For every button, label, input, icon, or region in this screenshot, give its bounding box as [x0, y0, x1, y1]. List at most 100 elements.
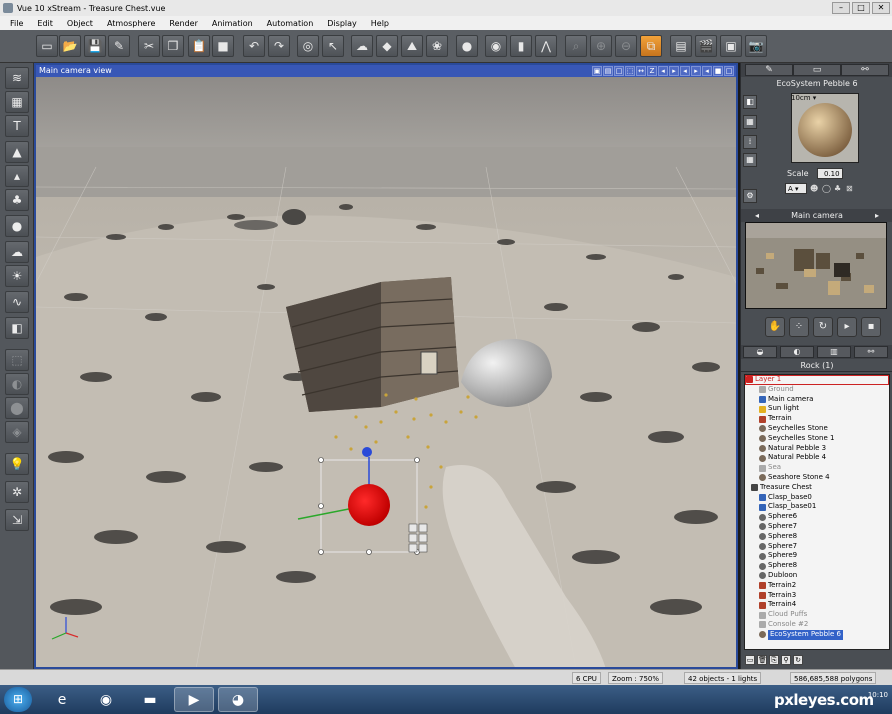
terrain-brush-icon[interactable]: ⛰	[401, 35, 423, 57]
tree-icon[interactable]: ♣	[834, 184, 843, 193]
material-option-icon[interactable]: ◧	[743, 95, 757, 109]
camera-icon[interactable]: 📷	[745, 35, 767, 57]
select-icon[interactable]: ◎	[297, 35, 319, 57]
viewport-control-icon[interactable]: ▸	[669, 66, 679, 76]
object-icon[interactable]: ■	[212, 35, 234, 57]
camera-prev-arrow[interactable]: ◂	[755, 209, 759, 222]
viewport-control-icon[interactable]: ↔	[636, 66, 646, 76]
world-list-item[interactable]: Treasure Chest	[745, 483, 889, 493]
new-scene-icon[interactable]: ▭	[36, 35, 58, 57]
symmetric-terrain-icon[interactable]: ▴	[5, 165, 29, 187]
viewport-control-icon[interactable]: ◂	[658, 66, 668, 76]
world-list-item[interactable]: Dubloon	[745, 571, 889, 581]
world-list-item[interactable]: Layer 1	[745, 375, 889, 385]
world-list-item[interactable]: Natural Pebble 3	[745, 444, 889, 454]
menu-render[interactable]: Render	[169, 19, 197, 28]
world-list-item[interactable]: Seychelles Stone	[745, 424, 889, 434]
menu-edit[interactable]: Edit	[37, 19, 53, 28]
internet-explorer-icon[interactable]: e	[42, 687, 82, 712]
file-explorer-icon[interactable]: ▬	[130, 687, 170, 712]
world-list-item[interactable]: Ground	[745, 385, 889, 395]
viewport-control-icon[interactable]: ◂	[680, 66, 690, 76]
camera-preview[interactable]	[745, 222, 887, 309]
cube-icon[interactable]: ◆	[376, 35, 398, 57]
viewport-control-icon[interactable]: □	[724, 66, 734, 76]
world-list-item[interactable]: Terrain2	[745, 581, 889, 591]
face-icon[interactable]: ☻	[810, 184, 819, 193]
close-button[interactable]: ✕	[872, 2, 890, 14]
world-list-item[interactable]: Cloud Puffs	[745, 610, 889, 620]
text-icon[interactable]: T	[5, 115, 29, 137]
world-list-item[interactable]: Sphere9	[745, 551, 889, 561]
fan-icon[interactable]: ✲	[5, 481, 29, 503]
world-list-item[interactable]: Clasp_base0	[745, 493, 889, 503]
world-list-item[interactable]: Main camera	[745, 395, 889, 405]
orbit-icon[interactable]: ↻	[813, 317, 833, 337]
viewport-control-icon[interactable]: ◂	[702, 66, 712, 76]
world-browser-list[interactable]: Layer 1 Ground Main camera Sun light Terrain…	[744, 374, 890, 650]
dolly-icon[interactable]: ⁘	[789, 317, 809, 337]
terrain-icon[interactable]: ▲	[5, 141, 29, 163]
copy-icon[interactable]: ❐	[162, 35, 184, 57]
materials-icon[interactable]: ●	[456, 35, 478, 57]
maximize-button[interactable]: □	[852, 2, 870, 14]
tab-material-edit[interactable]: ✎	[745, 64, 793, 76]
world-list-item[interactable]: Sea	[745, 463, 889, 473]
scale-input[interactable]: 0.10	[816, 167, 843, 179]
smart-object-icon[interactable]: ◈	[5, 421, 29, 443]
cloud-icon[interactable]: ☁	[5, 241, 29, 263]
render-icon[interactable]: ◉	[485, 35, 507, 57]
material-preview[interactable]	[791, 93, 859, 163]
tab-material-map[interactable]: ▭	[793, 64, 841, 76]
material-settings-icon[interactable]: ⚙	[743, 189, 757, 203]
pan-hand-icon[interactable]: ✋	[765, 317, 785, 337]
paste-icon[interactable]: 📋	[188, 35, 210, 57]
ground-plane-icon[interactable]: ▦	[5, 91, 29, 113]
camera-angle-icon[interactable]: ⋀	[535, 35, 557, 57]
world-list-item[interactable]: Seashore Stone 4	[745, 473, 889, 483]
world-list-item[interactable]: Sphere8	[745, 561, 889, 571]
boolean-icon[interactable]: ◐	[5, 373, 29, 395]
zoom-in-icon[interactable]: ⊕	[590, 35, 612, 57]
sun-icon[interactable]: ☀	[5, 265, 29, 287]
world-list-item[interactable]: Sphere7	[745, 522, 889, 532]
world-action-icon[interactable]: 🗑	[757, 655, 767, 665]
group-icon[interactable]: ⬚	[5, 349, 29, 371]
checker-alt-icon[interactable]: ▦	[743, 153, 757, 167]
main-camera-viewport[interactable]: Main camera view ▣ ▤ □ ⬚ ↔ Z ◂ ▸ ◂ ▸ ◂ ■ □	[34, 63, 738, 669]
stats-icon[interactable]: ▮	[510, 35, 532, 57]
zoom-fit-icon[interactable]: ⌕	[565, 35, 587, 57]
viewport-control-icon[interactable]: ■	[713, 66, 723, 76]
clapperboard-icon[interactable]: 🎬	[695, 35, 717, 57]
world-list-item[interactable]: Console #2	[745, 620, 889, 630]
cross-icon[interactable]: ⊠	[846, 184, 855, 193]
menu-help[interactable]: Help	[371, 19, 389, 28]
redo-icon[interactable]: ↷	[268, 35, 290, 57]
save-icon[interactable]: 💾	[84, 35, 106, 57]
viewport-control-icon[interactable]: ⬚	[625, 66, 635, 76]
3d-scene-render[interactable]	[36, 77, 736, 669]
menu-automation[interactable]: Automation	[267, 19, 314, 28]
tab-objects[interactable]: ◒	[743, 346, 777, 358]
plant-tree-icon[interactable]: ♣	[5, 189, 29, 211]
menu-object[interactable]: Object	[67, 19, 93, 28]
world-action-icon[interactable]: ⚲	[781, 655, 791, 665]
light-bulb-icon[interactable]: 💡	[5, 453, 29, 475]
menu-file[interactable]: File	[10, 19, 23, 28]
viewport-control-icon[interactable]: Z	[647, 66, 657, 76]
world-action-icon[interactable]: ↻	[793, 655, 803, 665]
menu-animation[interactable]: Animation	[212, 19, 253, 28]
world-list-item[interactable]: Natural Pebble 4	[745, 453, 889, 463]
camera-next-arrow[interactable]: ▸	[875, 209, 879, 222]
dim-option-icon[interactable]: ⁞	[743, 135, 757, 149]
display-frame-icon[interactable]: ▣	[720, 35, 742, 57]
viewport-control-icon[interactable]: □	[614, 66, 624, 76]
world-list-item[interactable]: Terrain	[745, 414, 889, 424]
checker-icon[interactable]: ▦	[743, 115, 757, 129]
material-size-dropdown[interactable]: 10cm ▾	[791, 94, 816, 102]
start-button[interactable]: ⊞	[4, 687, 32, 712]
plant-icon[interactable]: ❀	[426, 35, 448, 57]
undo-icon[interactable]: ↶	[243, 35, 265, 57]
world-list-item[interactable]: EcoSystem Pebble 6	[745, 629, 889, 640]
viewport-control-icon[interactable]: ▣	[592, 66, 602, 76]
